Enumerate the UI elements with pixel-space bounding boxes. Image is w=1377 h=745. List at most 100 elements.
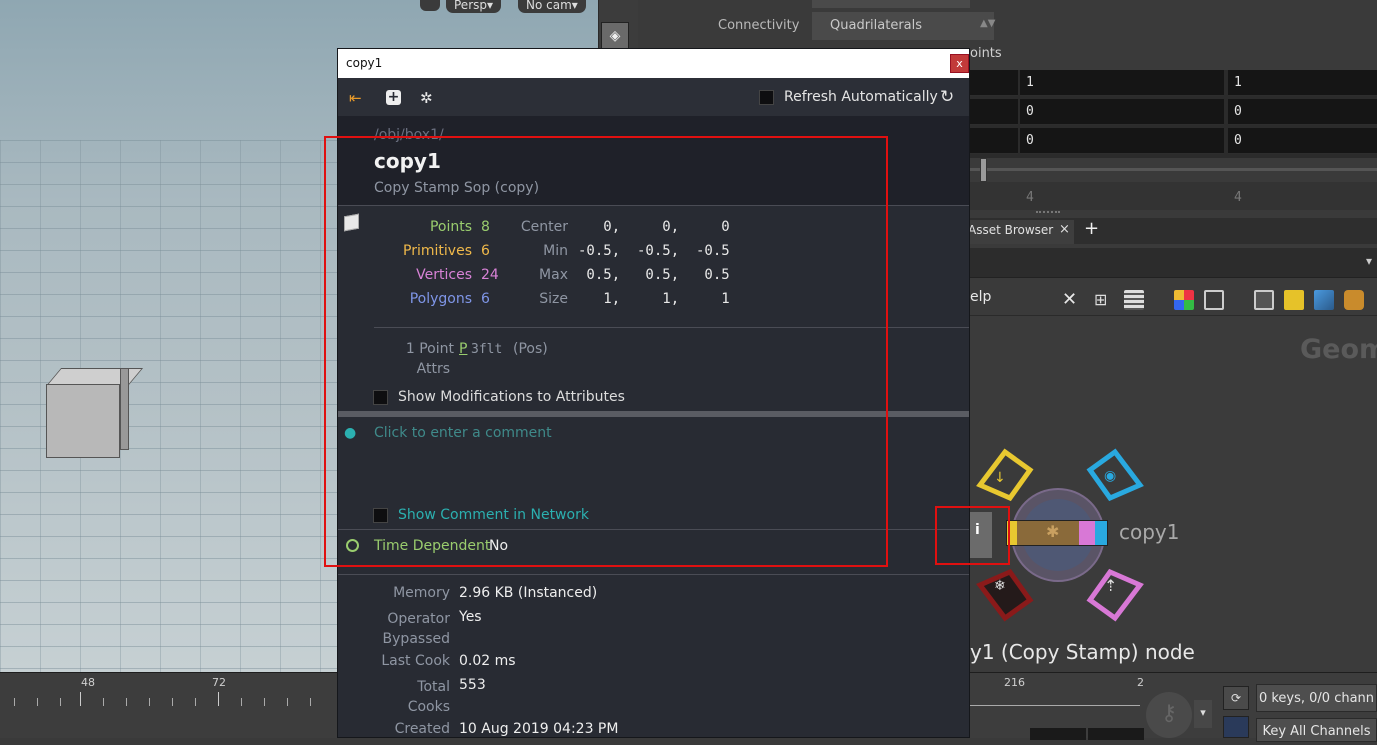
- total-cooks-label: Total Cooks: [407, 679, 450, 715]
- created-value: 10 Aug 2019 04:23 PM: [459, 721, 619, 737]
- timeline-tick: [195, 698, 196, 706]
- table-cell[interactable]: 1: [1228, 70, 1377, 96]
- timeline-frame-label: 72: [212, 676, 226, 689]
- expand-icon[interactable]: +: [386, 90, 401, 105]
- table-cell[interactable]: [970, 99, 1018, 125]
- table-cell[interactable]: 0: [1020, 128, 1224, 154]
- viewport-menu-icon[interactable]: [420, 0, 440, 11]
- timeline-tick: [149, 698, 150, 706]
- timeline-tick: [60, 698, 61, 706]
- total-cooks-value: 553: [459, 677, 486, 693]
- created-label: Created: [394, 721, 450, 737]
- key-all-channels-label: Key All Channels: [1262, 724, 1371, 739]
- highlight-box-info-flag: [935, 506, 1010, 565]
- display-flag-icon[interactable]: ◉: [1104, 468, 1116, 484]
- timeline-tick: [103, 698, 104, 706]
- frame-field[interactable]: [1030, 728, 1086, 740]
- timeline-tick: [310, 698, 311, 706]
- timeline-tick: [37, 698, 38, 706]
- sticky-note-icon[interactable]: [1284, 290, 1304, 310]
- asset-box-icon[interactable]: [1344, 290, 1364, 310]
- dim-cell: 4: [1234, 190, 1242, 205]
- node-caption: y1 (Copy Stamp) node: [970, 640, 1195, 664]
- connectivity-dropdown[interactable]: Quadrilaterals: [812, 12, 994, 40]
- add-tab-icon[interactable]: +: [1084, 218, 1099, 239]
- table-cell[interactable]: 0: [1228, 128, 1377, 154]
- timeline-frame-label: 216: [1004, 676, 1025, 689]
- timeline-tick: [172, 698, 173, 706]
- timeline-frame-label: 2: [1137, 676, 1144, 689]
- memory-label: Memory: [393, 585, 450, 601]
- dropdown-arrows-icon: ▲▼: [980, 18, 996, 29]
- refresh-automatically-label: Refresh Automatically: [784, 89, 938, 105]
- path-dropdown-icon[interactable]: ▾: [1366, 254, 1372, 268]
- channel-sync-icon[interactable]: ⟳: [1223, 686, 1249, 710]
- refresh-icon[interactable]: ↻: [940, 87, 954, 107]
- highlight-box-info: [324, 136, 888, 567]
- window-title-bar[interactable]: copy1: [338, 49, 969, 78]
- template-flag-icon[interactable]: ⇡: [1104, 576, 1117, 595]
- timeline-tick: [241, 698, 242, 706]
- debug-bug-icon[interactable]: ✲: [420, 89, 433, 107]
- keys-channels-button[interactable]: 0 keys, 0/0 chann: [1256, 684, 1377, 712]
- timeline-tick: [218, 692, 219, 706]
- connectivity-value: Quadrilaterals: [830, 18, 923, 33]
- timeline-tick: [14, 698, 15, 706]
- key-icon[interactable]: ⚷: [1146, 692, 1192, 738]
- window-close-button[interactable]: x: [950, 54, 969, 73]
- table-cell[interactable]: 0: [1228, 99, 1377, 125]
- refresh-automatically-checkbox[interactable]: [759, 90, 774, 105]
- help-menu[interactable]: elp: [970, 289, 991, 305]
- timeline-tick: [287, 698, 288, 706]
- cam-label: No cam: [526, 0, 572, 12]
- timeline-right-track[interactable]: [970, 692, 1140, 706]
- grid-layout-icon[interactable]: [1204, 290, 1224, 310]
- tools-icon[interactable]: ✕: [1062, 290, 1082, 310]
- color-palette-icon[interactable]: [1174, 290, 1194, 310]
- slider-track[interactable]: [970, 168, 1377, 171]
- camera-select-menu[interactable]: No cam▾: [518, 0, 586, 13]
- connectivity-label: Connectivity: [718, 18, 800, 33]
- tab-asset-browser-label: Asset Browser: [968, 223, 1054, 237]
- timeline-tick: [80, 692, 81, 706]
- key-all-channels-button[interactable]: Key All Channels: [1256, 718, 1377, 742]
- keys-channels-label: 0 keys, 0/0 chann: [1258, 691, 1375, 706]
- table-cell[interactable]: 1: [1020, 70, 1224, 96]
- last-cook-value: 0.02 ms: [459, 653, 516, 669]
- operator-bypassed-value: Yes: [459, 609, 482, 625]
- param-field-top[interactable]: [812, 0, 970, 8]
- context-watermark: Geom: [1300, 334, 1377, 365]
- persp-label: Persp: [454, 0, 487, 12]
- node-name-label: copy1: [1119, 520, 1180, 544]
- table-cell[interactable]: [970, 128, 1018, 154]
- operator-bypassed-label: Operator Bypassed: [382, 611, 450, 647]
- box-geometry: [46, 384, 120, 458]
- display-options-icon[interactable]: ◈: [601, 22, 629, 50]
- pane-splitter-grip[interactable]: [1036, 211, 1060, 217]
- table-cell[interactable]: [970, 70, 1018, 96]
- key-menu-dropdown[interactable]: ▾: [1194, 700, 1212, 728]
- frame-field[interactable]: [1088, 728, 1144, 740]
- network-path-bar[interactable]: [970, 248, 1377, 278]
- camera-persp-menu[interactable]: Persp▾: [446, 0, 502, 13]
- timeline-tick: [264, 698, 265, 706]
- last-cook-label: Last Cook: [381, 653, 450, 669]
- animation-editor-icon[interactable]: [1223, 716, 1249, 738]
- bypass-flag-icon[interactable]: ↓: [994, 470, 1006, 486]
- pin-icon[interactable]: ⇤: [349, 89, 362, 107]
- tree-view-icon[interactable]: ⊞: [1094, 290, 1114, 310]
- dim-cell: 4: [1026, 190, 1034, 205]
- divider: [338, 574, 969, 575]
- memory-value: 2.96 KB (Instanced): [459, 585, 598, 601]
- window-title: copy1: [346, 56, 383, 70]
- points-column-header: oints: [970, 46, 1002, 61]
- slider-handle[interactable]: [980, 158, 987, 182]
- table-cell[interactable]: 0: [1020, 99, 1224, 125]
- copy-node-icon: ✱: [1046, 522, 1060, 541]
- network-box-icon[interactable]: [1254, 290, 1274, 310]
- box-geometry-side: [120, 368, 129, 450]
- list-view-icon[interactable]: [1124, 290, 1144, 310]
- image-icon[interactable]: [1314, 290, 1334, 310]
- freeze-flag-icon[interactable]: ❄: [994, 578, 1006, 594]
- close-tab-icon[interactable]: ×: [1059, 222, 1070, 237]
